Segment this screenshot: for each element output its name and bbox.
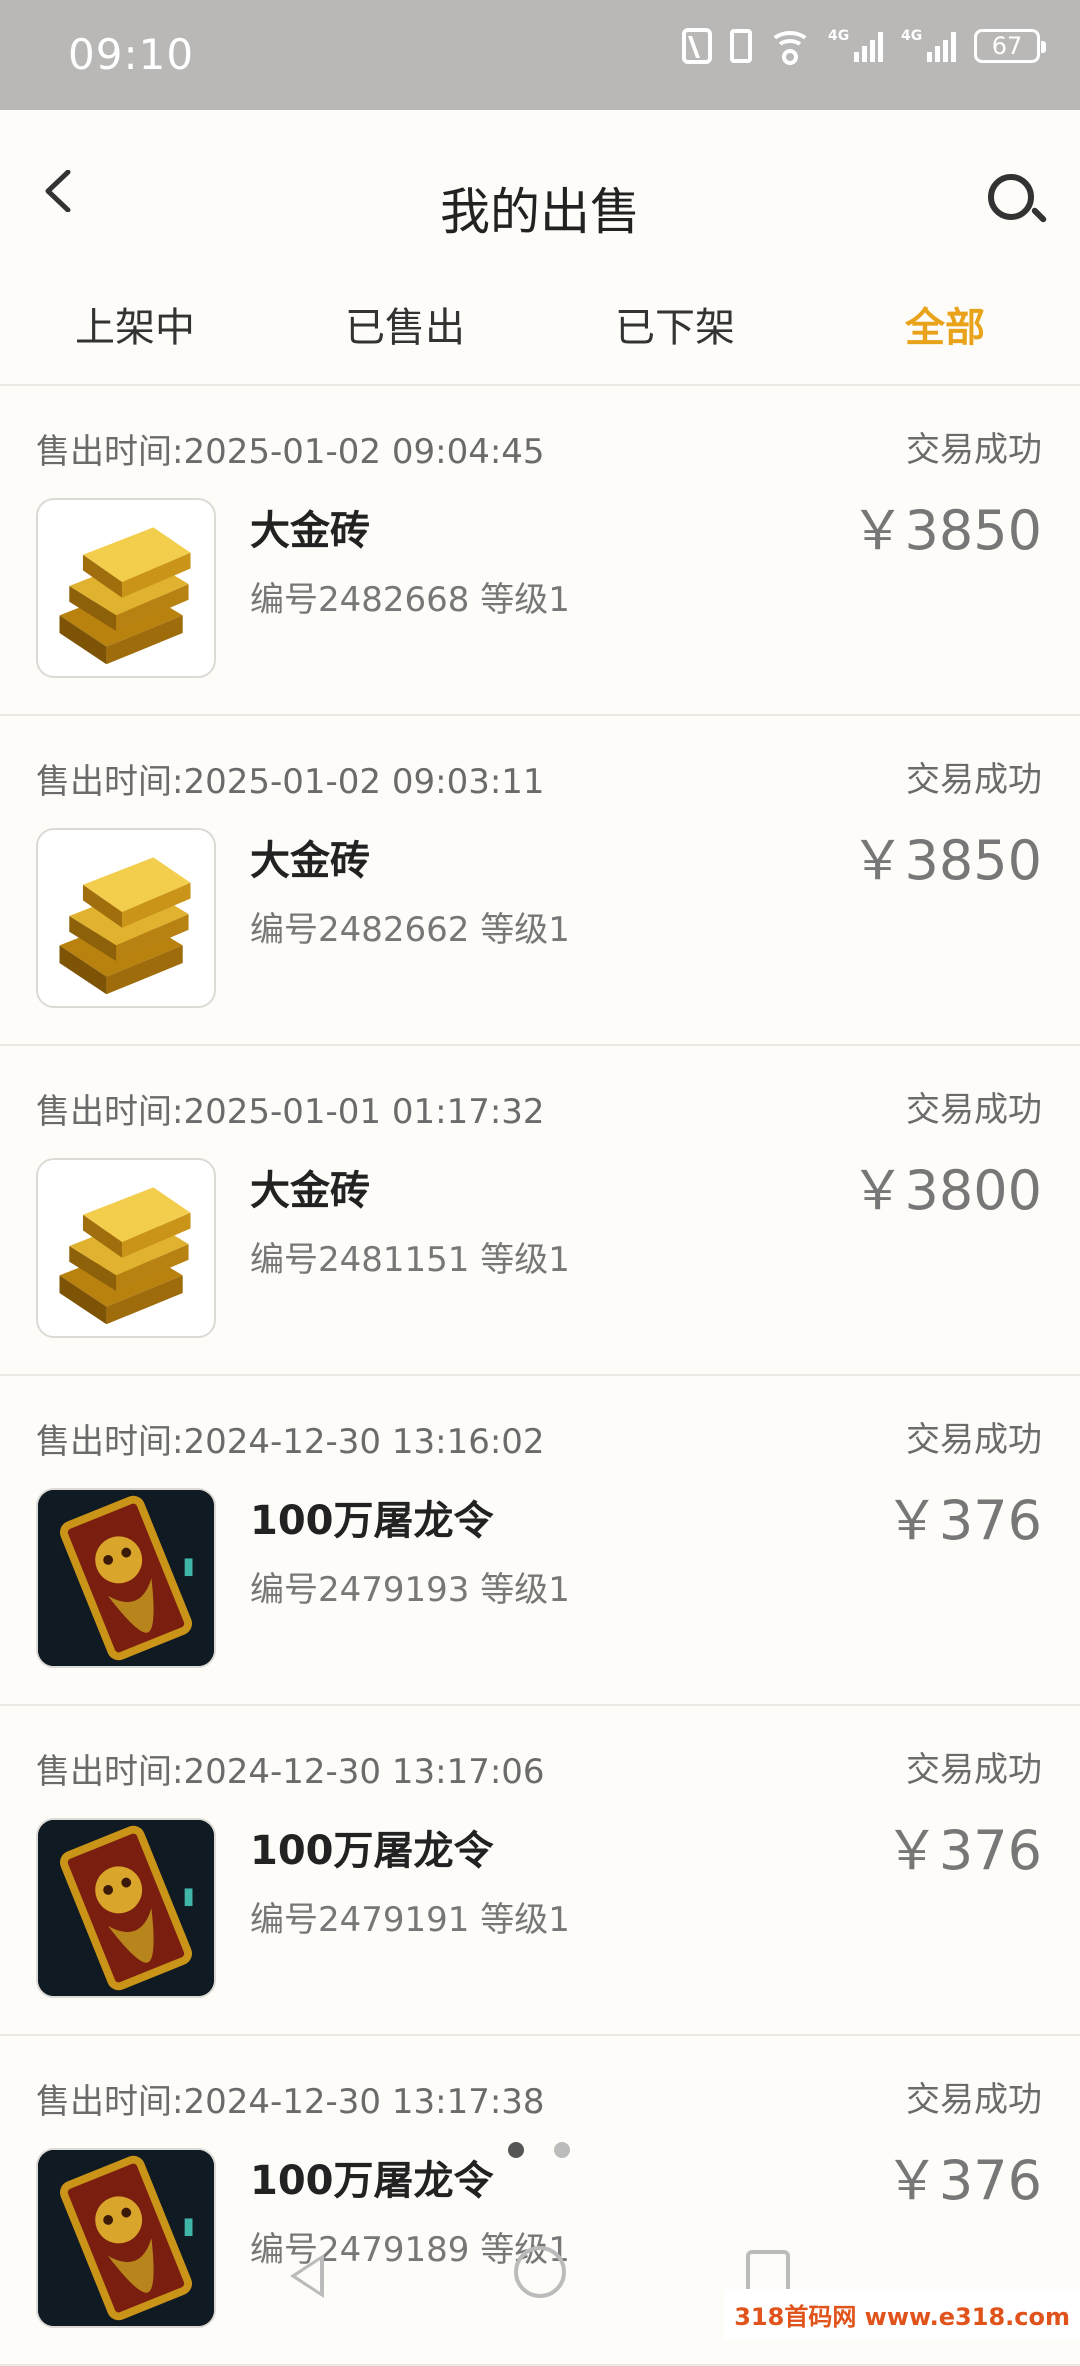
item-meta: 编号2479191 等级1	[250, 1900, 570, 1940]
item-meta: 编号2482662 等级1	[250, 910, 570, 950]
top-app-bar: 我的出售	[0, 110, 1080, 290]
item-name: 100万屠龙令	[250, 1828, 494, 1874]
sales-list: 售出时间:2025-01-02 09:04:45 交易成功 大金砖 编号2482…	[0, 386, 1080, 2366]
watermark: 318首码网 www.e318.com	[724, 2289, 1080, 2340]
search-icon[interactable]	[988, 174, 1034, 220]
item-name: 大金砖	[250, 838, 370, 884]
gold-bar-icon	[36, 498, 216, 678]
list-item[interactable]: 售出时间:2025-01-02 09:04:45 交易成功 大金砖 编号2482…	[0, 386, 1080, 716]
page-dot	[554, 2142, 570, 2158]
tab-on-sale[interactable]: 上架中	[0, 290, 270, 384]
list-item[interactable]: 售出时间:2025-01-01 01:17:32 交易成功 大金砖 编号2481…	[0, 1046, 1080, 1376]
tab-sold[interactable]: 已售出	[270, 290, 540, 384]
battery-icon: 67	[974, 29, 1046, 63]
status-badge: 交易成功	[906, 2080, 1042, 2120]
item-name: 大金砖	[250, 1168, 370, 1214]
sale-time: 售出时间:2025-01-02 09:04:45	[36, 432, 545, 472]
nav-back-icon[interactable]	[290, 2254, 324, 2298]
tab-all[interactable]: 全部	[810, 290, 1080, 384]
sale-time: 售出时间:2025-01-02 09:03:11	[36, 762, 545, 802]
status-badge: 交易成功	[906, 430, 1042, 470]
item-price: ￥3850	[850, 829, 1042, 892]
item-price: ￥3800	[850, 1159, 1042, 1222]
list-item[interactable]: 售出时间:2025-01-02 09:03:11 交易成功 大金砖 编号2482…	[0, 716, 1080, 1046]
sale-time: 售出时间:2024-12-30 13:17:06	[36, 1752, 545, 1792]
dragon-token-icon	[36, 1818, 216, 1998]
item-name: 大金砖	[250, 508, 370, 554]
item-price: ￥376	[884, 1819, 1042, 1882]
status-time: 09:10	[68, 30, 195, 79]
tab-removed[interactable]: 已下架	[540, 290, 810, 384]
status-badge: 交易成功	[906, 1420, 1042, 1460]
item-name: 100万屠龙令	[250, 2158, 494, 2204]
sale-time: 售出时间:2024-12-30 13:17:38	[36, 2082, 545, 2122]
item-name: 100万屠龙令	[250, 1498, 494, 1544]
vibrate-icon	[730, 29, 752, 63]
gold-bar-icon	[36, 828, 216, 1008]
item-meta: 编号2479193 等级1	[250, 1570, 570, 1610]
dragon-token-icon	[36, 1488, 216, 1668]
gold-bar-icon	[36, 1158, 216, 1338]
page-title: 我的出售	[440, 183, 640, 241]
item-price: ￥3850	[850, 499, 1042, 562]
item-meta: 编号2482668 等级1	[250, 580, 570, 620]
nav-home-icon[interactable]	[514, 2246, 566, 2298]
status-badge: 交易成功	[906, 1090, 1042, 1130]
list-item[interactable]: 售出时间:2024-12-30 13:17:06 交易成功 100万屠龙令 编号…	[0, 1706, 1080, 2036]
status-badge: 交易成功	[906, 1750, 1042, 1790]
page-dot-active	[508, 2142, 524, 2158]
list-item[interactable]: 售出时间:2024-12-30 13:16:02 交易成功 100万屠龙令 编号…	[0, 1376, 1080, 1706]
nav-recent-apps-icon[interactable]	[746, 2250, 790, 2294]
sale-time: 售出时间:2024-12-30 13:16:02	[36, 1422, 545, 1462]
item-meta: 编号2481151 等级1	[250, 1240, 570, 1280]
item-price: ￥376	[884, 2149, 1042, 2212]
status-bar: 09:10 4G 4G 67	[0, 0, 1080, 110]
nfc-icon	[682, 28, 712, 64]
page-indicator	[508, 2142, 570, 2158]
item-price: ￥376	[884, 1489, 1042, 1552]
wifi-icon	[768, 31, 812, 65]
sale-time: 售出时间:2025-01-01 01:17:32	[36, 1092, 545, 1132]
signal-4g-icon: 4G	[828, 28, 883, 62]
status-badge: 交易成功	[906, 760, 1042, 800]
signal-4g-icon-2: 4G	[901, 28, 956, 62]
filter-tabs: 上架中 已售出 已下架 全部	[0, 290, 1080, 386]
status-icons: 4G 4G 67	[682, 28, 1046, 65]
